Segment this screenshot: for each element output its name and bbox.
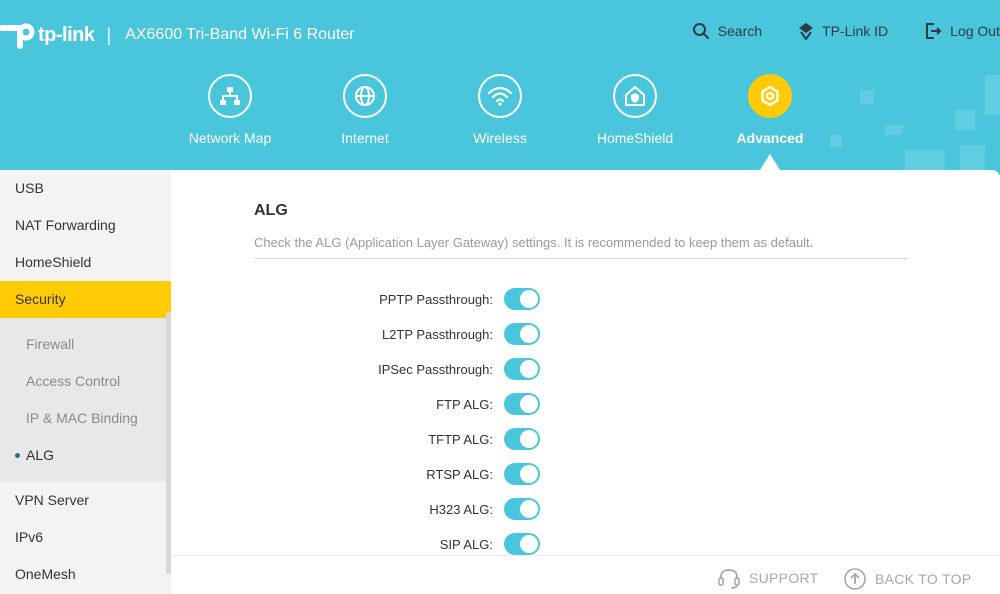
divider <box>254 258 909 259</box>
subitem-label: Access Control <box>26 373 121 389</box>
alg-row-h323: H323 ALG: <box>171 498 571 522</box>
sidebar-item-security[interactable]: Security <box>0 281 171 318</box>
sidebar-subitem-alg[interactable]: ALG <box>0 437 171 474</box>
alg-label: H323 ALG: <box>429 502 493 517</box>
alg-row-rtsp: RTSP ALG: <box>171 463 571 487</box>
sidebar: USB NAT Forwarding HomeShield Security F… <box>0 170 171 594</box>
sidebar-submenu-security: Firewall Access Control IP & MAC Binding… <box>0 318 171 482</box>
nav-wireless[interactable]: Wireless <box>440 74 560 146</box>
sidebar-subitem-access-control[interactable]: Access Control <box>0 363 171 400</box>
nav-label: Wireless <box>473 130 527 146</box>
homeshield-icon <box>613 74 657 118</box>
nav-internet[interactable]: Internet <box>305 74 425 146</box>
subitem-label: Firewall <box>26 336 75 352</box>
logout-icon <box>926 23 942 39</box>
alg-row-l2tp: L2TP Passthrough: <box>171 323 571 347</box>
alg-row-ipsec: IPSec Passthrough: <box>171 358 571 382</box>
network-map-icon <box>208 74 252 118</box>
subitem-label: ALG <box>26 447 55 463</box>
tftp-toggle[interactable] <box>504 428 540 450</box>
logout-label: Log Out <box>950 23 1000 39</box>
active-dot-icon <box>15 453 20 458</box>
arrow-up-circle-icon <box>844 568 866 590</box>
alg-row-sip: SIP ALG: <box>171 533 571 557</box>
sidebar-item-vpn-server[interactable]: VPN Server <box>0 482 171 519</box>
back-to-top-label: BACK TO TOP <box>875 571 972 587</box>
alg-label: TFTP ALG: <box>428 432 493 447</box>
headset-icon <box>718 569 740 589</box>
main-nav: Network Map Internet Wireless HomeShield… <box>0 74 1000 174</box>
sidebar-item-homeshield[interactable]: HomeShield <box>0 244 171 281</box>
toggle-knob <box>520 465 538 483</box>
ipsec-toggle[interactable] <box>504 358 540 380</box>
ftp-toggle[interactable] <box>504 393 540 415</box>
toggle-knob <box>520 290 538 308</box>
rtsp-toggle[interactable] <box>504 463 540 485</box>
tplink-logo-icon <box>0 18 36 52</box>
globe-icon <box>343 74 387 118</box>
l2tp-toggle[interactable] <box>504 323 540 345</box>
page-description: Check the ALG (Application Layer Gateway… <box>254 235 814 250</box>
toggle-knob <box>520 500 538 518</box>
nav-network-map[interactable]: Network Map <box>170 74 290 146</box>
support-link[interactable]: SUPPORT <box>717 567 819 589</box>
search-label: Search <box>717 23 763 39</box>
sidebar-subitem-ip-mac-binding[interactable]: IP & MAC Binding <box>0 400 171 437</box>
sidebar-subitem-firewall[interactable]: Firewall <box>0 326 171 363</box>
logo-text: tp-link <box>38 23 95 46</box>
nav-homeshield[interactable]: HomeShield <box>575 74 695 146</box>
brand-logo[interactable]: tp-link | AX6600 Tri-Band Wi-Fi 6 Router <box>0 18 355 52</box>
nav-advanced[interactable]: Advanced <box>710 74 830 146</box>
gear-icon <box>748 74 792 118</box>
sidebar-item-nat-forwarding[interactable]: NAT Forwarding <box>0 207 171 244</box>
tplink-id-label: TP-Link ID <box>822 23 889 39</box>
sidebar-item-usb[interactable]: USB <box>0 170 171 207</box>
pptp-toggle[interactable] <box>504 288 540 310</box>
nav-label: HomeShield <box>596 130 674 146</box>
toggle-knob <box>520 535 538 553</box>
header: tp-link | AX6600 Tri-Band Wi-Fi 6 Router… <box>0 0 1000 175</box>
back-to-top-link[interactable]: BACK TO TOP <box>843 567 971 591</box>
alg-row-ftp: FTP ALG: <box>171 393 571 417</box>
main-panel: ALG Check the ALG (Application Layer Gat… <box>171 170 1000 555</box>
search-icon <box>692 23 709 39</box>
alg-label: SIP ALG: <box>439 537 493 552</box>
alg-label: PPTP Passthrough: <box>379 292 493 307</box>
sidebar-item-ipv6[interactable]: IPv6 <box>0 519 171 556</box>
nav-label: Network Map <box>188 130 272 146</box>
sip-toggle[interactable] <box>504 533 540 555</box>
alg-row-tftp: TFTP ALG: <box>171 428 571 452</box>
nav-label: Internet <box>341 130 389 146</box>
search-link[interactable]: Search <box>692 22 762 40</box>
alg-row-pptp: PPTP Passthrough: <box>171 288 571 312</box>
alg-label: RTSP ALG: <box>426 467 493 482</box>
router-title: AX6600 Tri-Band Wi-Fi 6 Router <box>125 26 355 43</box>
footer: SUPPORT BACK TO TOP <box>171 555 1000 594</box>
tplink-id-icon <box>799 23 814 40</box>
tplink-id-link[interactable]: TP-Link ID <box>798 22 888 40</box>
alg-label: L2TP Passthrough: <box>381 327 493 342</box>
toggle-knob <box>520 360 538 378</box>
toggle-knob <box>520 325 538 343</box>
toggle-knob <box>520 395 538 413</box>
nav-label: Advanced <box>736 130 804 146</box>
logout-link[interactable]: Log Out <box>924 22 1000 40</box>
sidebar-item-onemesh[interactable]: OneMesh <box>0 556 171 593</box>
alg-label: FTP ALG: <box>436 397 493 412</box>
page-title: ALG <box>254 202 288 219</box>
logo-separator: | <box>106 24 112 45</box>
support-label: SUPPORT <box>749 570 819 586</box>
toggle-knob <box>520 430 538 448</box>
wifi-icon <box>478 74 522 118</box>
top-links: Search TP-Link ID Log Out <box>656 22 1000 40</box>
subitem-label: IP & MAC Binding <box>26 410 138 426</box>
h323-toggle[interactable] <box>504 498 540 520</box>
active-nav-caret <box>760 154 780 170</box>
alg-label: IPSec Passthrough: <box>378 362 493 377</box>
